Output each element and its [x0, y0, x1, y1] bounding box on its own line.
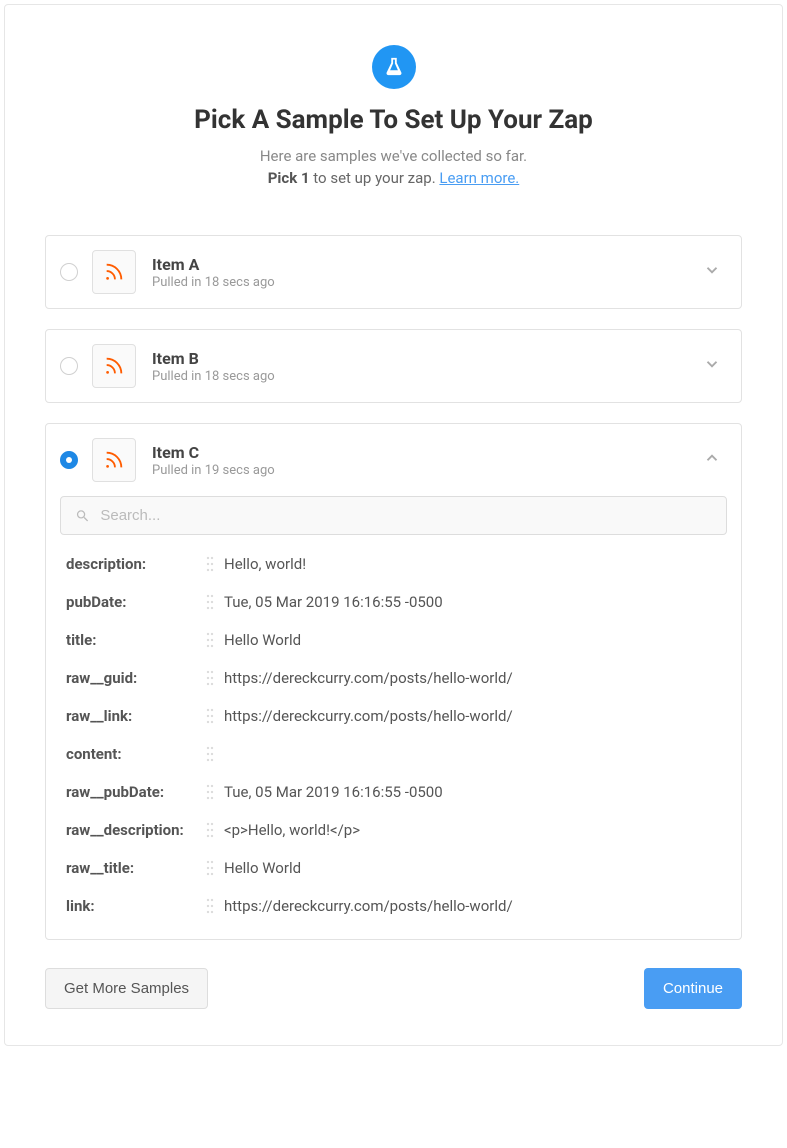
drag-handle-icon — [206, 783, 214, 801]
field-key: raw__title: — [66, 859, 206, 877]
sample-header-a[interactable]: Item A Pulled in 18 secs ago — [46, 236, 741, 308]
main-card: Pick A Sample To Set Up Your Zap Here ar… — [4, 4, 783, 1046]
drag-handle-icon — [206, 593, 214, 611]
sample-item-c: Item C Pulled in 19 secs ago description… — [45, 423, 742, 940]
field-value: Tue, 05 Mar 2019 16:16:55 -0500 — [224, 593, 443, 611]
header-flask-icon — [372, 45, 416, 89]
field-row[interactable]: title: Hello World — [60, 621, 727, 659]
chevron-up-icon — [703, 449, 721, 471]
sample-header-b[interactable]: Item B Pulled in 18 secs ago — [46, 330, 741, 402]
drag-handle-icon — [206, 555, 214, 573]
field-key: title: — [66, 631, 206, 649]
page-subtitle: Here are samples we've collected so far. — [45, 147, 742, 165]
page-instruction: Pick 1 to set up your zap. Learn more. — [45, 169, 742, 187]
field-key: pubDate: — [66, 593, 206, 611]
search-input[interactable] — [100, 507, 712, 524]
drag-handle-icon — [206, 745, 214, 763]
radio-b[interactable] — [60, 357, 78, 375]
chevron-down-icon — [703, 355, 721, 377]
sample-info: Item B Pulled in 18 secs ago — [152, 349, 703, 384]
radio-c[interactable] — [60, 451, 78, 469]
field-row[interactable]: raw__guid: https://dereckcurry.com/posts/… — [60, 659, 727, 697]
sample-name: Item B — [152, 349, 703, 368]
sample-name: Item A — [152, 255, 703, 274]
rss-icon — [92, 344, 136, 388]
field-row[interactable]: raw__pubDate: Tue, 05 Mar 2019 16:16:55 -… — [60, 773, 727, 811]
field-key: raw__description: — [66, 821, 206, 839]
sample-header-c[interactable]: Item C Pulled in 19 secs ago — [46, 424, 741, 496]
field-value: Hello, world! — [224, 555, 306, 573]
drag-handle-icon — [206, 897, 214, 915]
field-value: https://dereckcurry.com/posts/hello-worl… — [224, 669, 513, 687]
footer: Get More Samples Continue — [45, 968, 742, 1009]
field-row[interactable]: link: https://dereckcurry.com/posts/hello… — [60, 887, 727, 925]
search-box — [60, 496, 727, 535]
drag-handle-icon — [206, 859, 214, 877]
field-key: description: — [66, 555, 206, 573]
sample-item-b: Item B Pulled in 18 secs ago — [45, 329, 742, 403]
drag-handle-icon — [206, 669, 214, 687]
sample-meta: Pulled in 19 secs ago — [152, 463, 703, 478]
drag-handle-icon — [206, 707, 214, 725]
field-row[interactable]: raw__description: <p>Hello, world!</p> — [60, 811, 727, 849]
sample-info: Item A Pulled in 18 secs ago — [152, 255, 703, 290]
page-title: Pick A Sample To Set Up Your Zap — [45, 105, 742, 135]
field-key: raw__pubDate: — [66, 783, 206, 801]
field-row[interactable]: description: Hello, world! — [60, 545, 727, 583]
field-row[interactable]: content: — [60, 735, 727, 773]
sample-body: description: Hello, world! pubDate: Tue, 05… — [46, 496, 741, 939]
instruction-text: to set up your zap. — [310, 169, 440, 187]
sample-info: Item C Pulled in 19 secs ago — [152, 443, 703, 478]
field-key: link: — [66, 897, 206, 915]
field-value: https://dereckcurry.com/posts/hello-worl… — [224, 707, 513, 725]
get-more-samples-button[interactable]: Get More Samples — [45, 968, 208, 1009]
field-key: raw__link: — [66, 707, 206, 725]
sample-meta: Pulled in 18 secs ago — [152, 275, 703, 290]
radio-a[interactable] — [60, 263, 78, 281]
field-value: <p>Hello, world!</p> — [224, 821, 360, 839]
drag-handle-icon — [206, 631, 214, 649]
drag-handle-icon — [206, 821, 214, 839]
field-row[interactable]: raw__link: https://dereckcurry.com/posts/… — [60, 697, 727, 735]
field-row[interactable]: pubDate: Tue, 05 Mar 2019 16:16:55 -0500 — [60, 583, 727, 621]
field-key: raw__guid: — [66, 669, 206, 687]
field-key: content: — [66, 745, 206, 763]
continue-button[interactable]: Continue — [644, 968, 742, 1009]
sample-meta: Pulled in 18 secs ago — [152, 369, 703, 384]
rss-icon — [92, 438, 136, 482]
field-value: Hello World — [224, 631, 301, 649]
field-value: Hello World — [224, 859, 301, 877]
fields-list[interactable]: description: Hello, world! pubDate: Tue, 05… — [60, 545, 727, 925]
sample-name: Item C — [152, 443, 703, 462]
instruction-bold: Pick 1 — [268, 169, 310, 187]
chevron-down-icon — [703, 261, 721, 283]
field-value: Tue, 05 Mar 2019 16:16:55 -0500 — [224, 783, 443, 801]
field-value: https://dereckcurry.com/posts/hello-worl… — [224, 897, 513, 915]
rss-icon — [92, 250, 136, 294]
sample-item-a: Item A Pulled in 18 secs ago — [45, 235, 742, 309]
search-icon — [75, 508, 90, 524]
learn-more-link[interactable]: Learn more. — [439, 169, 519, 187]
field-row[interactable]: raw__title: Hello World — [60, 849, 727, 887]
